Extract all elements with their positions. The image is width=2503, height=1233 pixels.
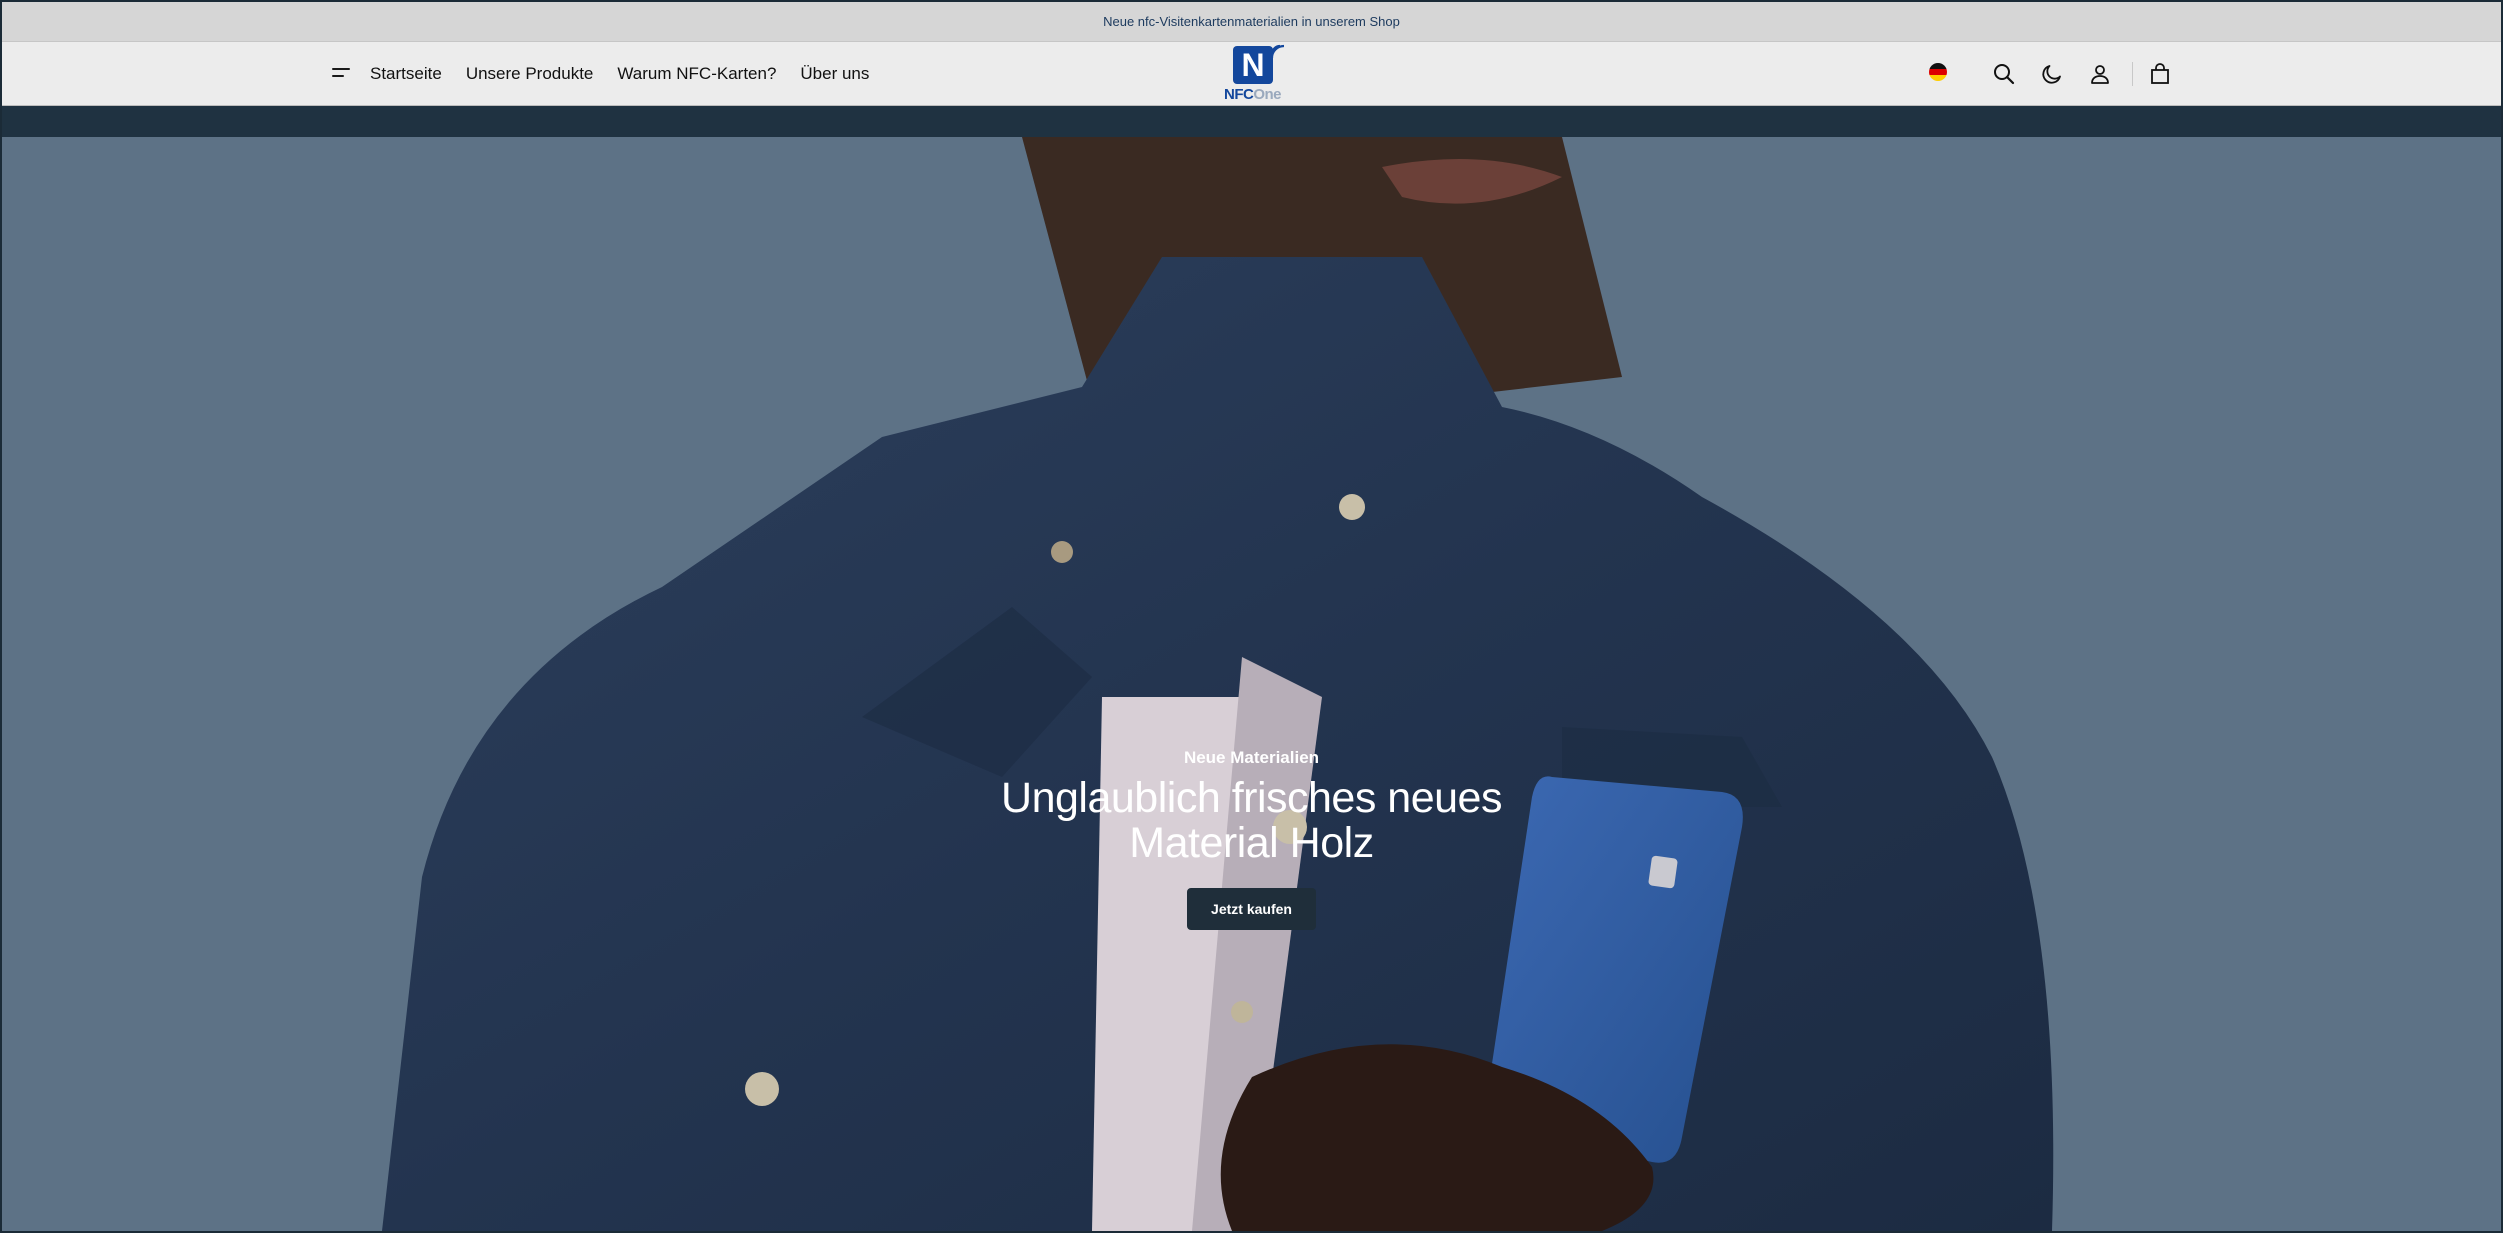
primary-navigation: Startseite Unsere Produkte Warum NFC-Kar… <box>370 42 869 105</box>
announcement-text: Neue nfc-Visitenkartenmaterialien in uns… <box>1103 14 1400 29</box>
hero-content: Neue Materialien Unglaublich frisches ne… <box>2 748 2501 930</box>
user-icon[interactable] <box>2088 62 2112 86</box>
search-icon[interactable] <box>1992 62 2016 86</box>
nav-link-warum-nfc-karten[interactable]: Warum NFC-Karten? <box>617 64 776 84</box>
buy-now-button[interactable]: Jetzt kaufen <box>1187 888 1316 930</box>
hero-headline: Unglaublich frisches neues Material Holz <box>2 776 2501 866</box>
header-divider <box>2132 62 2133 86</box>
hero-eyebrow: Neue Materialien <box>1183 748 1320 767</box>
nav-link-startseite[interactable]: Startseite <box>370 64 442 84</box>
logo-mark: N <box>1233 46 1273 84</box>
hero-banner: Neue Materialien Unglaublich frisches ne… <box>2 137 2501 1231</box>
nfc-wave-icon <box>1270 44 1285 59</box>
logo-wordmark: NFCOne <box>1224 86 1282 103</box>
moon-icon[interactable] <box>2040 62 2064 86</box>
hero-headline-line-2: Material Holz <box>1129 819 1374 867</box>
header-accent-strip <box>2 106 2501 137</box>
nfc-one-logo[interactable]: N NFCOne <box>1220 42 1292 105</box>
shopping-bag-icon[interactable] <box>2148 62 2172 86</box>
nav-link-ueber-uns[interactable]: Über uns <box>800 64 869 84</box>
announcement-bar: Neue nfc-Visitenkartenmaterialien in uns… <box>2 2 2501 42</box>
hero-image <box>2 137 2501 1231</box>
german-flag-icon[interactable] <box>1929 63 1947 81</box>
hero-headline-line-1: Unglaublich frisches neues <box>1001 774 1502 822</box>
hamburger-menu-icon[interactable] <box>332 66 352 80</box>
main-header: Startseite Unsere Produkte Warum NFC-Kar… <box>2 42 2501 106</box>
nav-link-unsere-produkte[interactable]: Unsere Produkte <box>466 64 594 84</box>
